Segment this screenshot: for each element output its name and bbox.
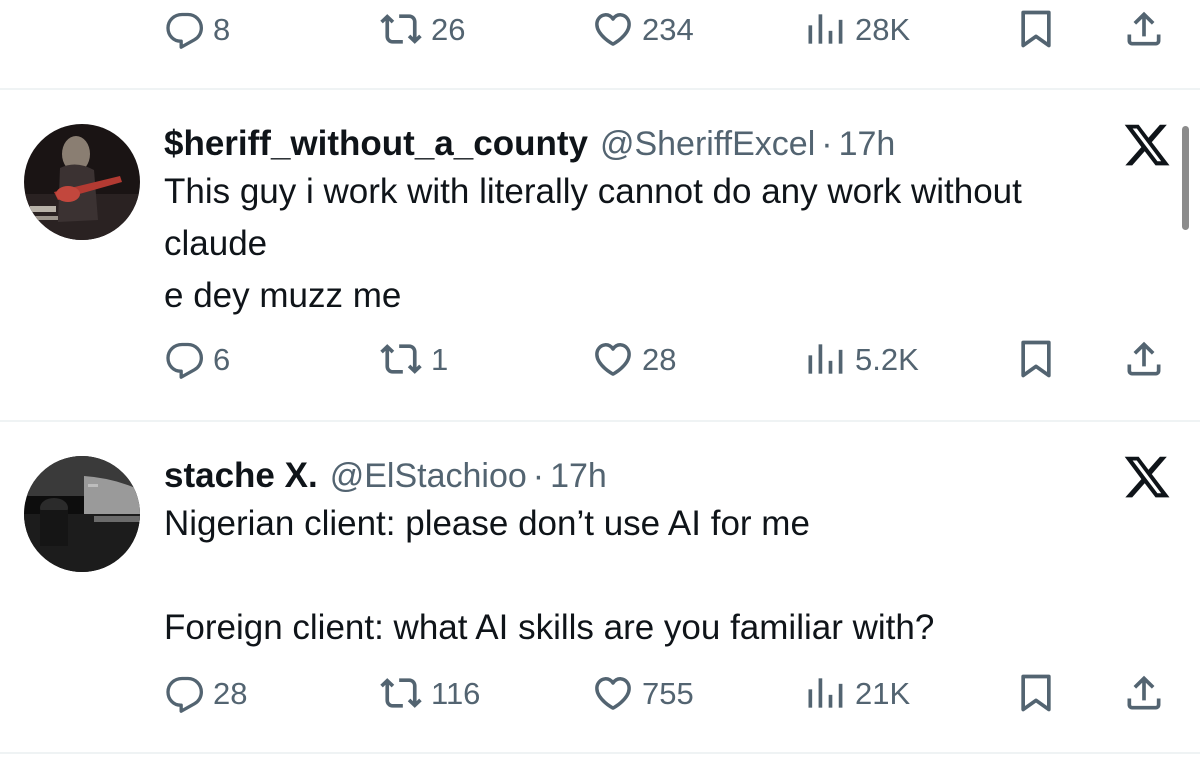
repost-count: 1 [431,341,449,377]
reply-button[interactable]: 28 [165,668,247,718]
share-button[interactable] [1122,668,1166,718]
views-icon [803,337,847,381]
reply-button[interactable]: 8 [165,4,230,54]
scrollbar[interactable] [1182,126,1189,230]
reply-icon [165,9,205,49]
divider [0,420,1200,422]
separator-dot: · [532,457,545,495]
separator-dot: · [821,125,833,163]
repost-button[interactable]: 116 [379,668,480,718]
reply-count: 28 [213,675,248,711]
username-handle[interactable]: @ElStachioo [330,457,527,496]
repost-button[interactable]: 26 [379,4,465,54]
share-icon [1122,7,1166,51]
repost-icon [379,337,423,381]
like-button[interactable]: 234 [592,4,694,54]
repost-count: 116 [431,675,481,711]
heart-icon [592,672,634,714]
avatar[interactable] [24,456,140,572]
views-count: 28K [855,11,911,47]
tweet-header: $heriff_without_a_county @SheriffExcel ·… [164,124,895,168]
reply-count: 8 [213,11,231,47]
like-count: 234 [642,11,694,47]
tweet-action-bar: 28 116 755 21K [0,668,1200,718]
views-icon [803,671,847,715]
repost-button[interactable]: 1 [379,334,448,384]
timestamp[interactable]: 17h [839,125,896,164]
reply-icon [165,339,205,379]
tweet-action-bar: 8 26 234 28K [0,4,1200,54]
tweet-action-bar: 6 1 28 5.2K [0,334,1200,384]
like-count: 28 [642,341,677,377]
avatar-image [24,456,140,572]
reply-icon [165,673,205,713]
share-button[interactable] [1122,4,1166,54]
views-count: 5.2K [855,341,919,377]
reply-count: 6 [213,341,231,377]
views-button[interactable]: 5.2K [803,334,919,384]
like-button[interactable]: 28 [592,334,676,384]
bookmark-icon [1014,671,1058,715]
username-handle[interactable]: @SheriffExcel [600,125,815,164]
like-count: 755 [642,675,694,711]
views-button[interactable]: 21K [803,668,910,718]
heart-icon [592,8,634,50]
avatar[interactable] [24,124,140,240]
avatar-image [24,124,140,240]
like-button[interactable]: 755 [592,668,694,718]
views-button[interactable]: 28K [803,4,910,54]
views-count: 21K [855,675,911,711]
display-name[interactable]: stache X. [164,456,318,496]
bookmark-button[interactable] [1014,668,1058,718]
repost-icon [379,671,423,715]
bookmark-icon [1014,337,1058,381]
repost-icon [379,7,423,51]
divider [0,88,1200,90]
timestamp[interactable]: 17h [550,457,607,496]
divider [0,752,1200,754]
tweet-text: This guy i work with literally cannot do… [164,172,1022,315]
reply-button[interactable]: 6 [165,334,230,384]
tweet[interactable]: stache X. @ElStachioo · 17h Nigerian cli… [0,452,1200,752]
repost-count: 26 [431,11,466,47]
share-icon [1122,337,1166,381]
bookmark-button[interactable] [1014,4,1058,54]
bookmark-icon [1014,7,1058,51]
display-name[interactable]: $heriff_without_a_county [164,124,588,164]
share-button[interactable] [1122,334,1166,384]
x-logo-icon [1122,120,1172,170]
tweet[interactable]: $heriff_without_a_county @SheriffExcel ·… [0,120,1200,420]
heart-icon [592,338,634,380]
bookmark-button[interactable] [1014,334,1058,384]
views-icon [803,7,847,51]
x-logo-icon [1122,452,1172,502]
share-icon [1122,671,1166,715]
tweet-text: Nigerian client: please don’t use AI for… [164,504,935,647]
tweet-header: stache X. @ElStachioo · 17h [164,456,607,500]
